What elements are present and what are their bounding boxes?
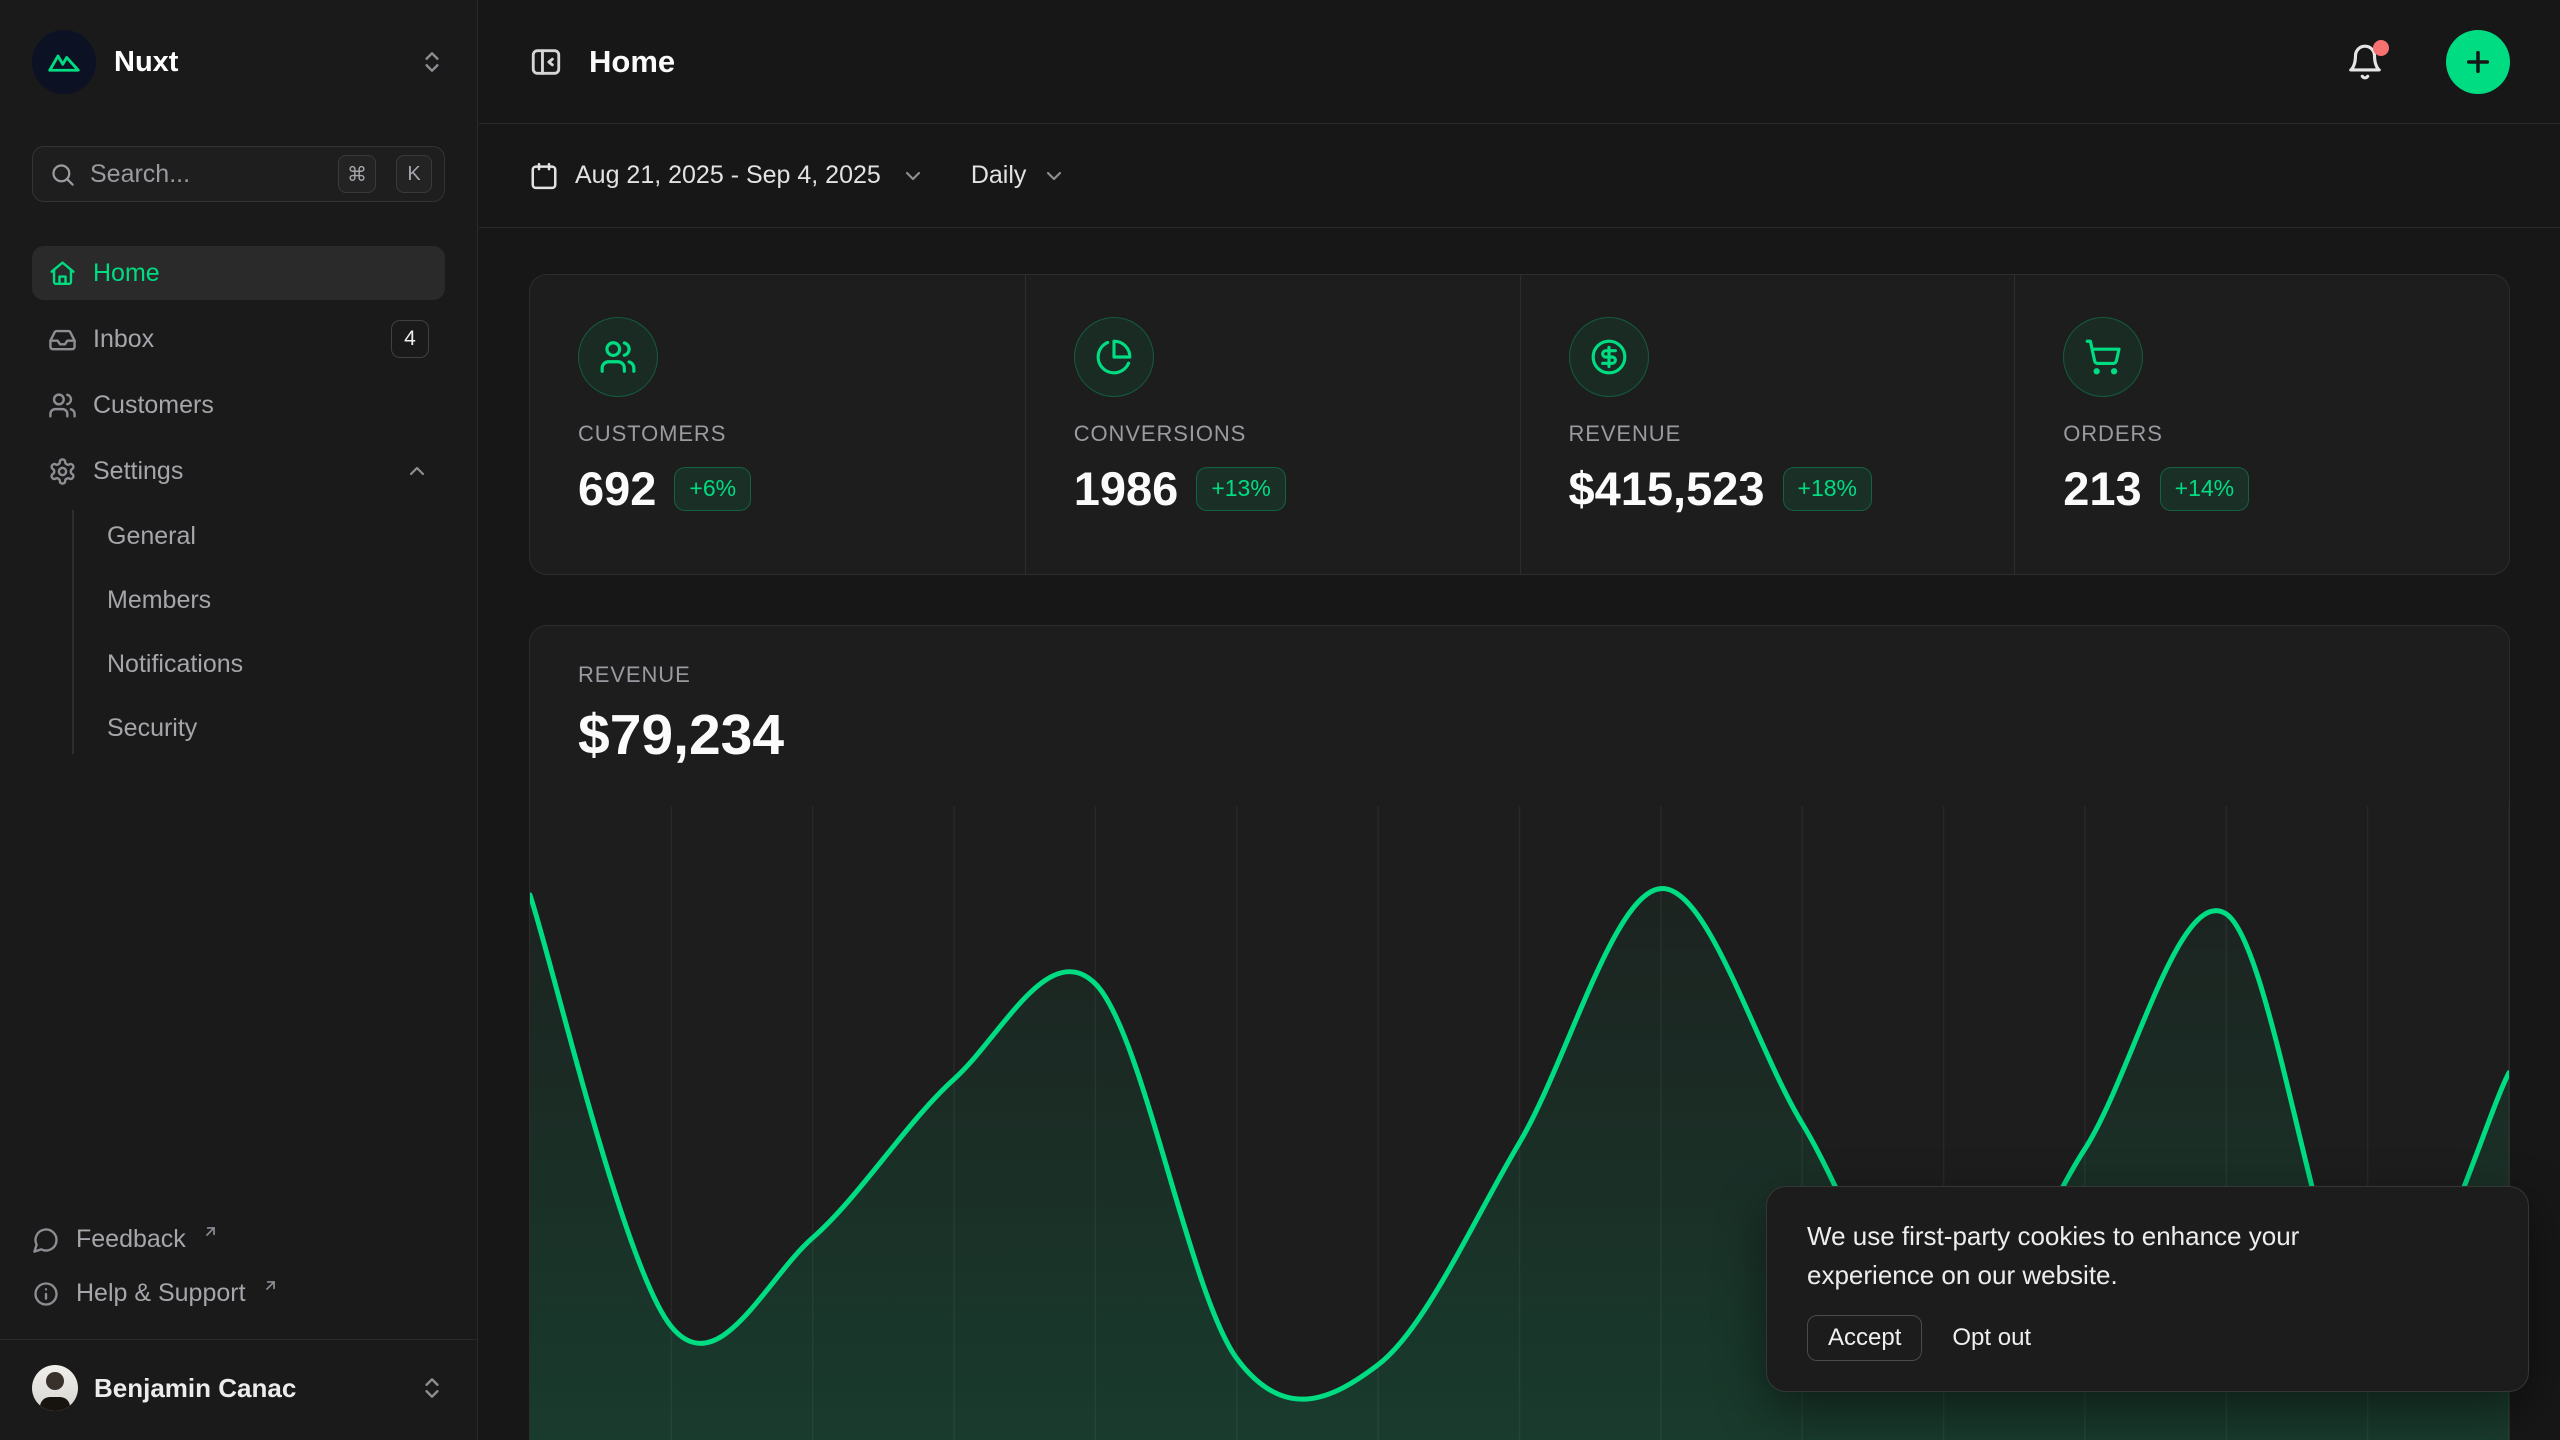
- search-icon: [49, 161, 76, 188]
- sub-item-label: General: [107, 522, 196, 551]
- nuxt-logo: [32, 30, 96, 94]
- sidebar-spacer: [32, 754, 445, 1213]
- workspace-selector[interactable]: Nuxt: [32, 28, 445, 96]
- search-placeholder: Search...: [90, 160, 324, 189]
- page-title: Home: [589, 44, 2320, 80]
- plus-icon: [2462, 46, 2494, 78]
- sidebar-collapse-button[interactable]: [529, 45, 563, 79]
- stat-label: REVENUE: [1569, 421, 1967, 447]
- sidebar-divider: [0, 1339, 477, 1341]
- granularity-select[interactable]: Daily: [971, 161, 1067, 190]
- search-input[interactable]: Search... ⌘ K: [32, 146, 445, 202]
- chevrons-up-down-icon: [419, 1375, 445, 1401]
- stat-conversions[interactable]: CONVERSIONS 1986 +13%: [1025, 275, 1520, 574]
- stat-delta-badge: +18%: [1783, 467, 1872, 511]
- inbox-count-badge: 4: [391, 320, 429, 358]
- toolbar: Aug 21, 2025 - Sep 4, 2025 Daily: [479, 124, 2560, 228]
- stat-customers[interactable]: CUSTOMERS 692 +6%: [530, 275, 1025, 574]
- pie-chart-icon: [1074, 317, 1154, 397]
- user-name: Benjamin Canac: [94, 1373, 403, 1404]
- dollar-circle-icon: [1569, 317, 1649, 397]
- side-link-label: Feedback: [76, 1225, 186, 1254]
- stat-delta-badge: +6%: [674, 467, 751, 511]
- sidebar-item-customers[interactable]: Customers: [32, 378, 445, 432]
- revenue-panel-value: $79,234: [578, 702, 2461, 768]
- info-circle-icon: [32, 1280, 60, 1308]
- revenue-panel-label: REVENUE: [578, 662, 2461, 688]
- kbd-k: K: [396, 155, 432, 193]
- stat-orders[interactable]: ORDERS 213 +14%: [2014, 275, 2509, 574]
- sidebar-item-label: Customers: [93, 391, 214, 420]
- sidebar-nav: Home Inbox 4 Customers Settings Ge: [32, 246, 445, 754]
- cookie-banner: We use first-party cookies to enhance yo…: [1766, 1186, 2529, 1392]
- sidebar-item-settings[interactable]: Settings: [32, 444, 445, 498]
- stat-value: 692: [578, 461, 656, 516]
- top-bar: Home: [479, 0, 2560, 124]
- stat-label: ORDERS: [2063, 421, 2461, 447]
- stat-value: $415,523: [1569, 461, 1765, 516]
- stat-value: 213: [2063, 461, 2141, 516]
- sidebar-item-label: Home: [93, 259, 160, 288]
- stat-value: 1986: [1074, 461, 1179, 516]
- avatar: [32, 1365, 78, 1411]
- granularity-label: Daily: [971, 161, 1027, 190]
- stat-label: CUSTOMERS: [578, 421, 977, 447]
- cookie-message: We use first-party cookies to enhance yo…: [1807, 1217, 2407, 1295]
- date-range-label: Aug 21, 2025 - Sep 4, 2025: [575, 161, 881, 190]
- stats-row: CUSTOMERS 692 +6% CONVERSIONS 1986 +13%: [529, 274, 2510, 575]
- stat-delta-badge: +14%: [2160, 467, 2249, 511]
- sub-item-label: Notifications: [107, 650, 243, 679]
- sidebar-item-label: Settings: [93, 457, 183, 486]
- gear-icon: [48, 457, 77, 486]
- external-link-icon: [262, 1277, 279, 1294]
- stat-delta-badge: +13%: [1196, 467, 1285, 511]
- help-support-link[interactable]: Help & Support: [32, 1267, 445, 1321]
- sidebar-item-home[interactable]: Home: [32, 246, 445, 300]
- settings-subtree: General Members Notifications Security: [72, 510, 445, 754]
- user-menu[interactable]: Benjamin Canac: [32, 1358, 445, 1418]
- kbd-cmd: ⌘: [338, 155, 376, 193]
- accept-button[interactable]: Accept: [1807, 1315, 1922, 1361]
- chevrons-up-down-icon[interactable]: [419, 49, 445, 75]
- chevron-up-icon: [405, 459, 429, 483]
- external-link-icon: [202, 1223, 219, 1240]
- chat-bubble-icon: [32, 1226, 60, 1254]
- calendar-icon: [529, 161, 559, 191]
- inbox-icon: [48, 325, 77, 354]
- users-icon: [578, 317, 658, 397]
- date-range-picker[interactable]: Aug 21, 2025 - Sep 4, 2025: [529, 161, 925, 191]
- workspace-name: Nuxt: [114, 46, 401, 79]
- sidebar-item-label: Inbox: [93, 325, 154, 354]
- home-icon: [48, 259, 77, 288]
- chevron-down-icon: [1042, 164, 1066, 188]
- sidebar-item-notifications[interactable]: Notifications: [107, 638, 445, 690]
- sidebar-item-inbox[interactable]: Inbox 4: [32, 312, 445, 366]
- sub-item-label: Security: [107, 714, 197, 743]
- side-link-label: Help & Support: [76, 1279, 246, 1308]
- add-button[interactable]: [2446, 30, 2510, 94]
- cart-icon: [2063, 317, 2143, 397]
- stat-revenue[interactable]: REVENUE $415,523 +18%: [1520, 275, 2015, 574]
- sidebar-item-general[interactable]: General: [107, 510, 445, 562]
- users-icon: [48, 391, 77, 420]
- chevron-down-icon: [901, 164, 925, 188]
- sidebar: Nuxt Search... ⌘ K Home Inbox 4: [0, 0, 478, 1440]
- sidebar-item-members[interactable]: Members: [107, 574, 445, 626]
- notifications-button[interactable]: [2346, 43, 2384, 81]
- sidebar-item-security[interactable]: Security: [107, 702, 445, 754]
- notification-dot: [2373, 40, 2389, 56]
- opt-out-button[interactable]: Opt out: [1952, 1324, 2031, 1352]
- sub-item-label: Members: [107, 586, 211, 615]
- feedback-link[interactable]: Feedback: [32, 1213, 445, 1267]
- stat-label: CONVERSIONS: [1074, 421, 1472, 447]
